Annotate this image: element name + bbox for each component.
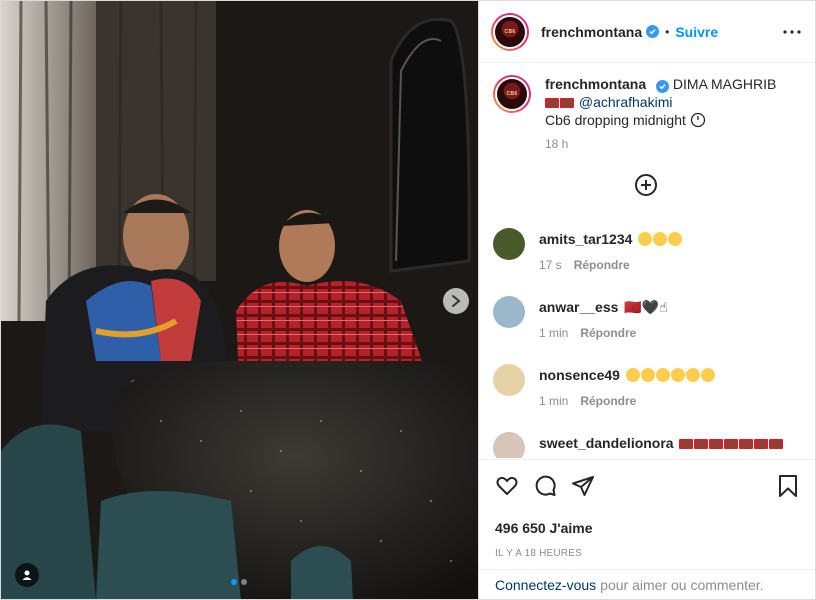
load-more-comments [493,173,799,200]
post-date: IL Y A 18 HEURES [495,548,582,559]
photo-image [1,1,478,599]
morocco-flag-icon [724,439,739,449]
login-bar: Connectez-vous pour aimer ou commenter. [479,569,815,600]
reply-button[interactable]: Répondre [580,326,636,340]
comment-time: 1 min [539,394,569,408]
morocco-flag-icon [679,439,694,449]
emoji-icon [640,368,655,382]
bookmark-icon [779,475,797,497]
caption: CB6 frenchmontana DIMA MAGHRIB @achrafha… [493,75,799,151]
login-bar-text: pour aimer ou commenter. [600,577,764,593]
morocco-flag-icon [694,439,709,449]
comment-username[interactable]: nonsence49 [539,367,620,383]
comment-username[interactable]: sweet_dandelionora [539,435,674,451]
carousel-indicator [231,579,247,585]
carousel-dot-active [231,579,237,585]
comment-item: nonsence49 1 min Répondre [493,364,799,408]
heart-icon [496,476,518,495]
comment-username[interactable]: amits_tar1234 [539,231,632,247]
morocco-flag-icon [709,439,724,449]
comment-item: anwar__ess 🇲🇦🖤☝ 1 min Répondre [493,296,799,340]
comment-item: amits_tar1234 17 s Répondre [493,228,799,272]
avatar[interactable]: CB6 [493,75,531,113]
emoji-icon [700,368,715,382]
morocco-flag-icon [754,439,769,449]
login-link[interactable]: Connectez-vous [495,577,596,593]
like-button[interactable] [495,474,519,498]
post-actions: 496 650 J'aime IL Y A 18 HEURES [479,459,815,559]
comment-username[interactable]: anwar__ess [539,299,618,315]
load-more-button[interactable] [634,173,658,200]
reply-button[interactable]: Répondre [580,394,636,408]
share-button[interactable] [571,474,595,498]
avatar[interactable] [493,432,525,458]
separator: • [665,24,670,39]
save-button[interactable] [777,474,799,498]
comment-icon [535,475,556,496]
ok-hand-emoji-icon [653,232,668,246]
comment-text: 🇲🇦🖤☝ [624,299,668,315]
clap-emoji-icon [668,232,683,246]
verified-icon [646,25,660,38]
morocco-flag-icon [560,98,574,108]
avatar[interactable] [493,228,525,260]
user-tag-icon[interactable] [15,563,39,587]
caption-mention[interactable]: @achrafhakimi [579,94,673,110]
emoji-icon [655,368,670,382]
emoji-icon [685,368,700,382]
reply-button[interactable]: Répondre [574,258,630,272]
emoji-icon [670,368,685,382]
heart-eyes-emoji-icon [638,232,653,246]
post-photo [0,0,479,600]
likes-count[interactable]: 496 650 J'aime [495,520,799,536]
comments-section[interactable]: CB6 frenchmontana DIMA MAGHRIB @achrafha… [479,63,815,458]
carousel-dot [241,579,247,585]
morocco-flag-icon [739,439,754,449]
comment-time: 1 min [539,326,569,340]
post-username[interactable]: frenchmontana [541,24,642,40]
post-sidebar: CB6 frenchmontana • Suivre CB6 frenchmon… [479,0,816,600]
follow-button[interactable]: Suivre [675,24,718,40]
caption-username[interactable]: frenchmontana [545,76,646,92]
clock-icon [690,112,705,128]
avatar[interactable]: CB6 [491,12,529,51]
avatar[interactable] [493,364,525,396]
morocco-flag-icon [769,439,784,449]
morocco-flag-icon [545,98,559,108]
caption-line2: Cb6 dropping midnight [545,112,686,128]
plus-circle-icon [635,174,657,196]
verified-icon [656,80,670,93]
comment-time: 17 s [539,258,562,272]
comment-item: sweet_dandelionora [493,432,799,458]
comment-button[interactable] [533,474,557,498]
caption-time: 18 h [545,137,569,151]
next-photo-button[interactable] [443,288,469,314]
emoji-icon [625,368,640,382]
share-icon [572,476,594,496]
avatar[interactable] [493,296,525,328]
post-header: CB6 frenchmontana • Suivre [479,1,815,63]
caption-title: DIMA MAGHRIB [672,76,777,92]
chevron-right-icon [452,295,461,307]
more-icon[interactable] [783,29,801,34]
